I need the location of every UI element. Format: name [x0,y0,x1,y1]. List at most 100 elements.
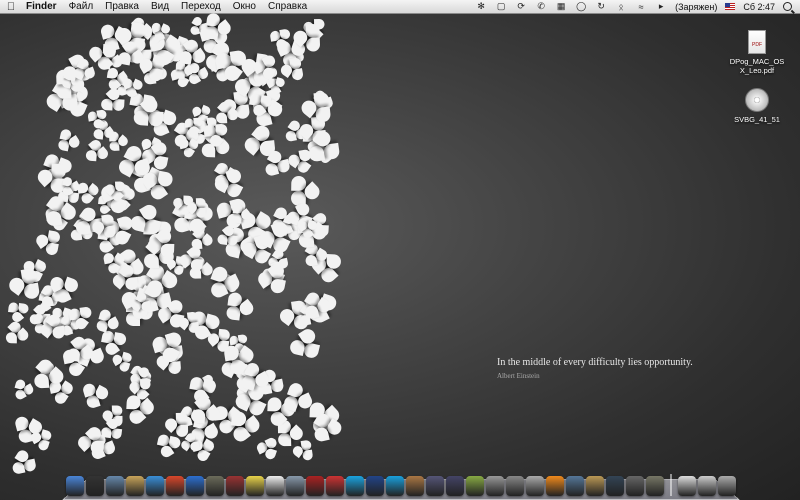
utilities-icon[interactable] [506,476,524,496]
menu-help[interactable]: Справка [262,0,313,14]
clover-shape [68,306,93,332]
desktop-icon-pdf[interactable]: DPog_MAC_OS X_Leo.pdf [722,30,792,75]
quote-author: Albert Einstein [497,372,540,380]
chat-icon[interactable]: ◯ [573,0,589,14]
sync-icon[interactable]: ⟳ [513,0,529,14]
screen-icon[interactable]: ▢ [493,0,509,14]
clover-shape [133,94,164,127]
clover-shape [162,413,188,438]
clover-shape [217,223,239,246]
trash-icon[interactable] [718,476,736,496]
time-machine-icon[interactable]: ↻ [593,0,609,14]
archive-icon[interactable] [586,476,604,496]
pdf-file-icon [748,30,766,54]
desktop-icon-label: SVBG_41_51 [734,115,780,124]
clover-shape [232,203,253,224]
menu-view[interactable]: Вид [145,0,175,14]
menu-go[interactable]: Переход [175,0,227,14]
mail-icon[interactable] [286,476,304,496]
battery-status[interactable]: (Заряжен) [671,2,721,12]
chrome-icon[interactable] [166,476,184,496]
itunes-icon[interactable] [186,476,204,496]
clover-shape [226,292,257,322]
photo-icon[interactable] [486,476,504,496]
dock-separator [670,474,672,496]
clover-shape [100,85,125,111]
finder-icon[interactable] [66,476,84,496]
us-flag-icon[interactable] [725,3,736,10]
clover-shape [288,325,323,360]
clover-shape [184,117,204,137]
clover-shape [306,128,341,163]
address-book-icon[interactable] [126,476,144,496]
menu-window[interactable]: Окно [227,0,262,14]
clock[interactable]: Сб 2:47 [739,2,779,12]
clover-shape [100,416,123,440]
desktop-icon-disc[interactable]: SVBG_41_51 [722,88,792,124]
clover-shape [33,228,62,257]
skype-blue-icon[interactable] [386,476,404,496]
skype-icon[interactable] [346,476,364,496]
colors-icon[interactable] [466,476,484,496]
documents-stack-icon[interactable] [678,476,696,496]
stickies-icon[interactable] [246,476,264,496]
brown-box-icon[interactable] [406,476,424,496]
clover-shape [248,93,273,119]
photo-booth-icon[interactable] [226,476,244,496]
dock-items [66,468,742,496]
clover-shape [204,12,234,42]
growl-icon[interactable]: ✻ [473,0,489,14]
clover-shape [154,433,182,461]
forward-icon[interactable] [326,476,344,496]
wallpaper-quote: In the middle of every difficulty lies o… [497,357,693,380]
clover-shape [0,319,31,350]
clover-shape [7,301,30,325]
menu-bar:  Finder Файл Правка Вид Переход Окно Сп… [0,0,800,14]
spotlight-search-icon[interactable] [783,2,792,11]
vlc-icon[interactable] [546,476,564,496]
clover-shape [291,439,314,463]
one-icon[interactable]: ▦ [553,0,569,14]
calendar-icon[interactable] [266,476,284,496]
clover-shape [203,123,229,150]
dashboard-icon[interactable] [86,476,104,496]
clover-shape [109,349,133,373]
clover-shape [298,91,332,124]
menu-edit[interactable]: Правка [99,0,145,14]
menu-file[interactable]: Файл [63,0,100,14]
phone-icon[interactable]: ✆ [533,0,549,14]
monitor-icon[interactable] [606,476,624,496]
disc-icon [745,88,769,112]
acrobat-icon[interactable] [306,476,324,496]
clover-shape [90,213,117,241]
clover-shape [6,267,41,302]
clover-shape [87,109,109,132]
clover-shape [80,138,110,168]
desktop-icon-label: DPog_MAC_OS X_Leo.pdf [729,57,785,75]
iphoto-icon[interactable] [206,476,224,496]
safari-icon[interactable] [146,476,164,496]
menu-app-finder[interactable]: Finder [22,0,63,14]
pen-icon[interactable] [446,476,464,496]
network-icon[interactable] [566,476,584,496]
activity-icon[interactable] [626,476,644,496]
disk-icon[interactable] [526,476,544,496]
clover-shape [290,24,321,53]
clover-shape [185,198,207,219]
clover-shape [261,147,292,178]
brush-icon[interactable] [426,476,444,496]
wifi-icon[interactable]: ≈ [633,0,649,14]
downloads-stack-icon[interactable] [698,476,716,496]
bluetooth-icon[interactable]: ᛟ [613,0,629,14]
apple-icon[interactable]:  [0,1,22,13]
clover-shape [9,447,37,475]
clover-shape [278,56,305,83]
clover-shape [57,128,83,154]
preview-icon[interactable] [106,476,124,496]
quote-text: In the middle of every difficulty lies o… [497,357,693,368]
clover-shape [176,311,200,334]
penguin-icon[interactable] [366,476,384,496]
volume-icon[interactable]: ▸ [653,0,669,14]
tools-icon[interactable] [646,476,664,496]
wallpaper-clovers [0,12,344,475]
